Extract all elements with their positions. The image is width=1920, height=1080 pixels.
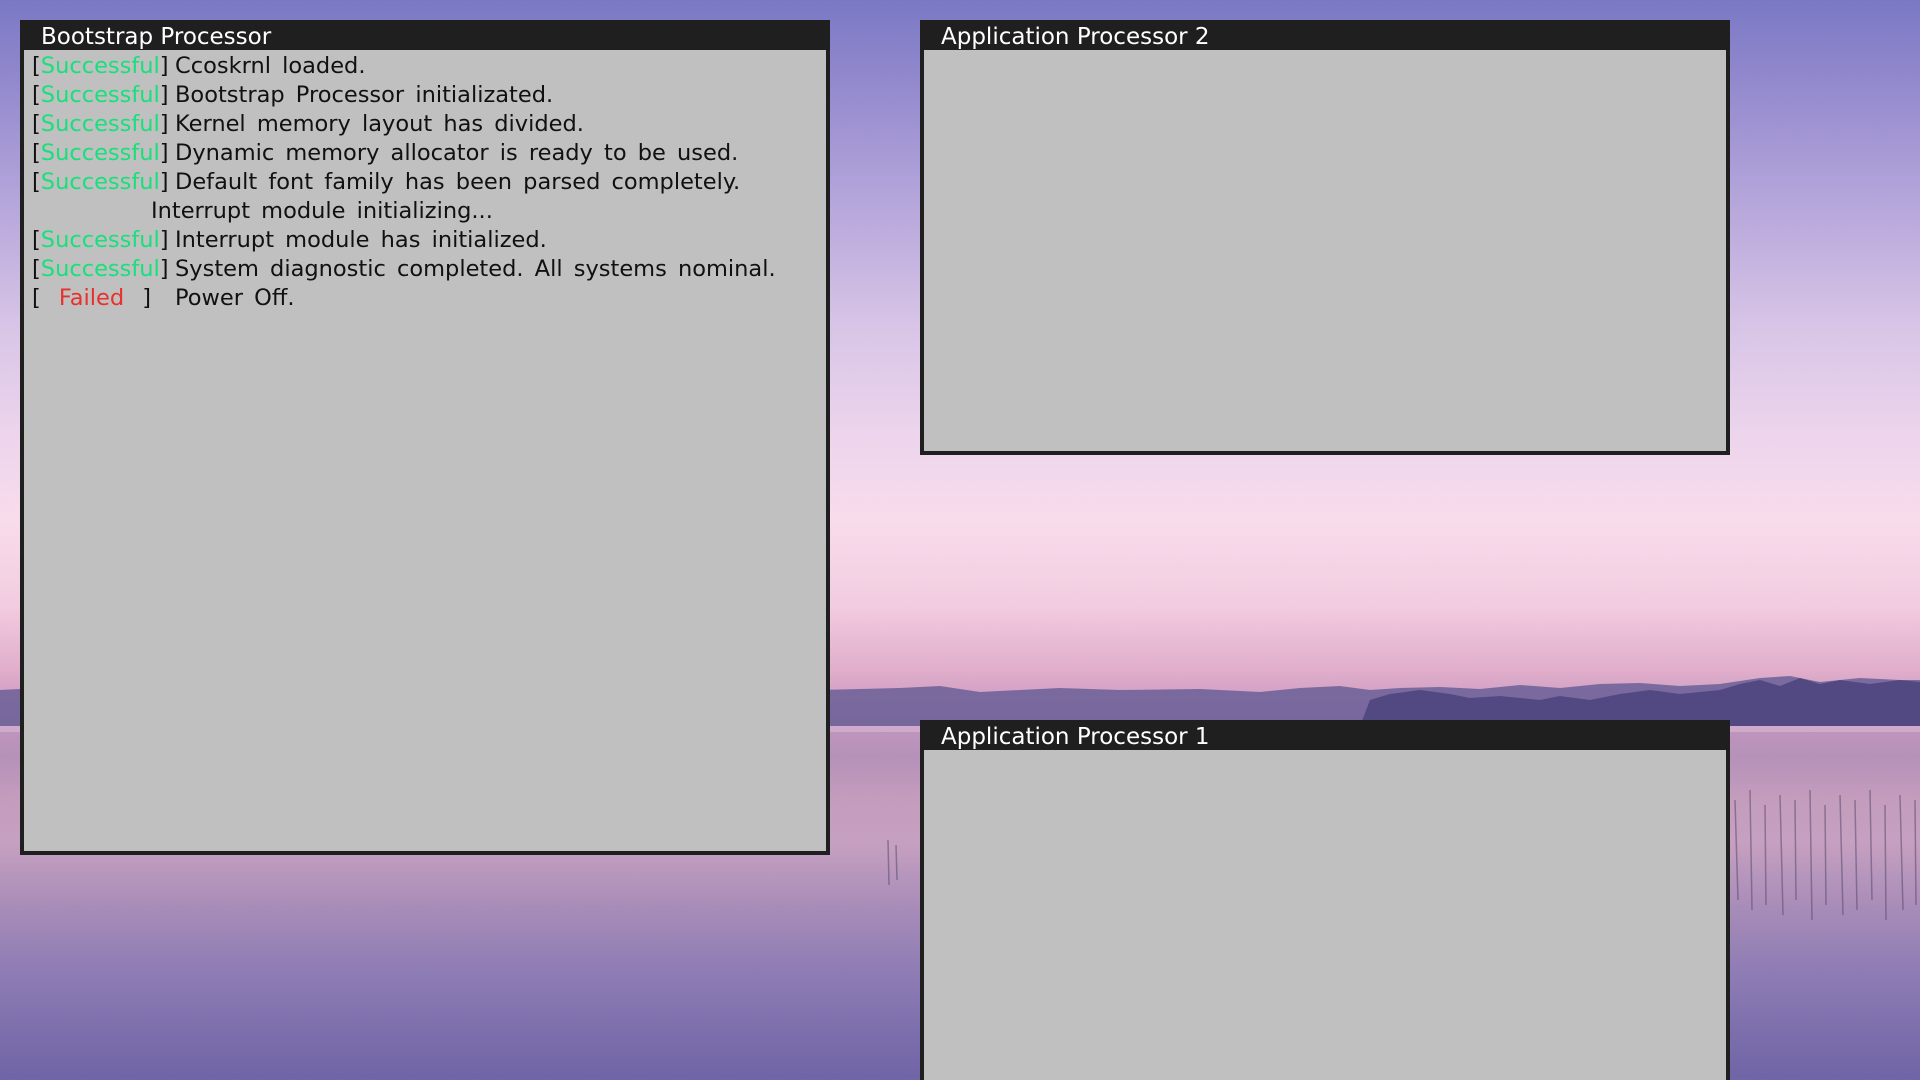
log-message: System diagnostic completed. All systems… bbox=[175, 256, 776, 282]
application-processor-2-title: Application Processor 2 bbox=[924, 24, 1726, 50]
status-badge: [Successful] bbox=[32, 82, 169, 108]
status-badge: [Successful] bbox=[32, 256, 169, 282]
log-line: [Successful] Dynamic memory allocator is… bbox=[32, 139, 826, 168]
log-line: [Successful] Default font family has bee… bbox=[32, 168, 826, 197]
log-line: [Successful] System diagnostic completed… bbox=[32, 255, 826, 284]
application-processor-2-window[interactable]: Application Processor 2 bbox=[920, 20, 1730, 455]
log-line: [Successful] Bootstrap Processor initial… bbox=[32, 81, 826, 110]
bootstrap-log: [Successful] Ccoskrnl loaded. [Successfu… bbox=[24, 50, 826, 313]
log-message: Interrupt module initializing... bbox=[151, 198, 493, 224]
log-message: Default font family has been parsed comp… bbox=[175, 169, 741, 195]
log-message: Kernel memory layout has divided. bbox=[175, 111, 584, 137]
log-line: [Successful] Kernel memory layout has di… bbox=[32, 110, 826, 139]
status-badge: [Successful] bbox=[32, 140, 169, 166]
bootstrap-processor-title: Bootstrap Processor bbox=[24, 24, 826, 50]
log-message: Power Off. bbox=[175, 285, 295, 311]
status-badge: [Successful] bbox=[32, 111, 169, 137]
bootstrap-processor-window[interactable]: Bootstrap Processor [Successful] Ccoskrn… bbox=[20, 20, 830, 855]
application-processor-1-title: Application Processor 1 bbox=[924, 724, 1726, 750]
status-badge: [Failed] bbox=[32, 285, 151, 311]
log-message: Dynamic memory allocator is ready to be … bbox=[175, 140, 739, 166]
log-line: [Successful] Ccoskrnl loaded. bbox=[32, 52, 826, 81]
log-line: [Successful] Interrupt module has initia… bbox=[32, 226, 826, 255]
log-message: Interrupt module has initialized. bbox=[175, 227, 547, 253]
status-badge: [Successful] bbox=[32, 53, 169, 79]
status-badge: [Successful] bbox=[32, 227, 169, 253]
log-line: [Failed] Power Off. bbox=[32, 284, 826, 313]
log-line: Interrupt module initializing... bbox=[32, 197, 826, 226]
log-message: Ccoskrnl loaded. bbox=[175, 53, 366, 79]
status-badge: [Successful] bbox=[32, 169, 169, 195]
application-processor-1-window[interactable]: Application Processor 1 bbox=[920, 720, 1730, 1080]
log-message: Bootstrap Processor initializated. bbox=[175, 82, 554, 108]
